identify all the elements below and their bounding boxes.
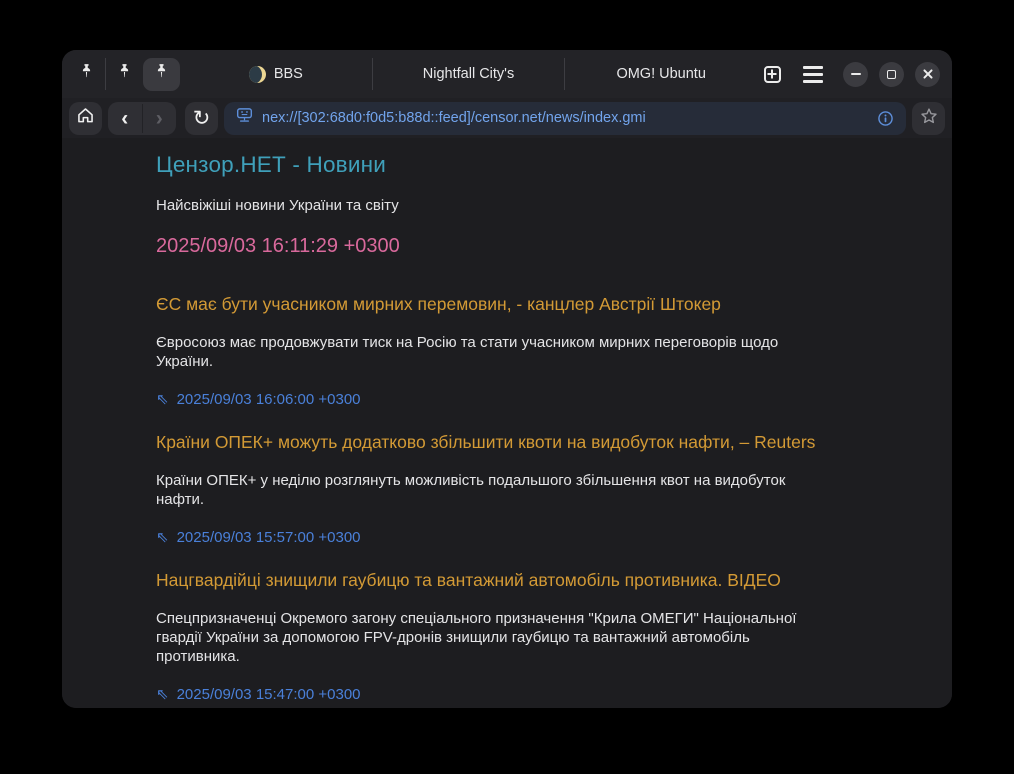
bookmark-button[interactable] bbox=[912, 102, 945, 135]
tab-bar: BBS Nightfall City's OMG! Ubuntu bbox=[62, 50, 952, 98]
forward-button[interactable]: › bbox=[143, 102, 177, 135]
page-info-icon[interactable] bbox=[876, 109, 895, 128]
article-heading: Країни ОПЕК+ можуть додатково збільшити … bbox=[156, 432, 816, 453]
reload-button[interactable]: ↻ bbox=[185, 102, 218, 135]
url-text: nex://[302:68d0:f0d5:b88d::feed]/censor.… bbox=[262, 110, 868, 126]
article-summary: Спецпризначенці Окремого загону спеціаль… bbox=[156, 609, 816, 666]
tab-nightfall-citys[interactable]: Nightfall City's bbox=[373, 50, 565, 98]
close-button[interactable] bbox=[915, 62, 940, 87]
article-item: ЄС має бути учасником мирних перемовин, … bbox=[156, 294, 816, 408]
close-icon bbox=[922, 68, 934, 80]
tab-omg-ubuntu[interactable]: OMG! Ubuntu bbox=[565, 50, 757, 98]
hamburger-icon bbox=[803, 66, 823, 83]
minimize-button[interactable] bbox=[843, 62, 868, 87]
article-item: Нацгвардійці знищили гаубицю та вантажни… bbox=[156, 570, 816, 703]
article-heading: Нацгвардійці знищили гаубицю та вантажни… bbox=[156, 570, 816, 591]
tab-label: Nightfall City's bbox=[423, 66, 514, 82]
home-icon bbox=[75, 105, 96, 131]
terminal-monitor-icon bbox=[235, 106, 254, 130]
article-item: Країни ОПЕК+ можуть додатково збільшити … bbox=[156, 432, 816, 546]
menu-button[interactable] bbox=[798, 59, 828, 89]
back-button[interactable]: ‹ bbox=[108, 102, 142, 135]
pinned-tab-3-active[interactable] bbox=[143, 58, 180, 91]
maximize-button[interactable] bbox=[879, 62, 904, 87]
northwest-arrow-icon: ⇖ bbox=[156, 687, 169, 702]
pinned-tab-2[interactable] bbox=[106, 58, 143, 91]
pin-icon bbox=[153, 61, 170, 87]
url-bar[interactable]: nex://[302:68d0:f0d5:b88d::feed]/censor.… bbox=[224, 102, 906, 135]
minimize-icon bbox=[851, 73, 861, 75]
back-icon: ‹ bbox=[121, 108, 128, 129]
maximize-icon bbox=[887, 70, 896, 79]
article-list: ЄС має бути учасником мирних перемовин, … bbox=[156, 294, 816, 703]
article-link[interactable]: ⇖ 2025/09/03 15:47:00 +0300 bbox=[156, 686, 361, 703]
browser-window: BBS Nightfall City's OMG! Ubuntu bbox=[62, 50, 952, 708]
article-summary: Країни ОПЕК+ у неділю розглянуть можливі… bbox=[156, 471, 816, 509]
feed-timestamp-heading: 2025/09/03 16:11:29 +0300 bbox=[156, 235, 816, 258]
star-icon bbox=[919, 106, 939, 131]
article-link-label: 2025/09/03 16:06:00 +0300 bbox=[177, 391, 361, 408]
pinned-tab-1[interactable] bbox=[68, 58, 105, 91]
page-title: Цензор.НЕТ - Новини bbox=[156, 152, 816, 178]
tab-bbs[interactable]: BBS bbox=[180, 50, 372, 98]
tab-label: BBS bbox=[274, 66, 303, 82]
pin-icon bbox=[116, 61, 133, 87]
article-summary: Євросоюз має продовжувати тиск на Росію … bbox=[156, 333, 816, 371]
pin-icon bbox=[78, 61, 95, 87]
reload-icon: ↻ bbox=[193, 108, 211, 129]
article-link-label: 2025/09/03 15:47:00 +0300 bbox=[177, 686, 361, 703]
history-buttons: ‹ › bbox=[108, 102, 176, 135]
forward-icon: › bbox=[156, 108, 163, 129]
home-button[interactable] bbox=[69, 102, 102, 135]
northwest-arrow-icon: ⇖ bbox=[156, 392, 169, 407]
new-tab-button[interactable] bbox=[757, 59, 787, 89]
tab-label: OMG! Ubuntu bbox=[616, 66, 705, 82]
article-link[interactable]: ⇖ 2025/09/03 16:06:00 +0300 bbox=[156, 391, 361, 408]
page-content: Цензор.НЕТ - Новини Найсвіжіші новини Ук… bbox=[62, 138, 952, 708]
new-tab-icon bbox=[764, 66, 781, 83]
navigation-bar: ‹ › ↻ nex://[302:68d0:f0d5:b88d::feed]/c… bbox=[62, 98, 952, 138]
article-link-label: 2025/09/03 15:57:00 +0300 bbox=[177, 529, 361, 546]
crescent-moon-favicon bbox=[249, 66, 266, 83]
page-subtitle: Найсвіжіші новини України та світу bbox=[156, 197, 816, 214]
northwest-arrow-icon: ⇖ bbox=[156, 530, 169, 545]
article-heading: ЄС має бути учасником мирних перемовин, … bbox=[156, 294, 816, 315]
article-link[interactable]: ⇖ 2025/09/03 15:57:00 +0300 bbox=[156, 529, 361, 546]
